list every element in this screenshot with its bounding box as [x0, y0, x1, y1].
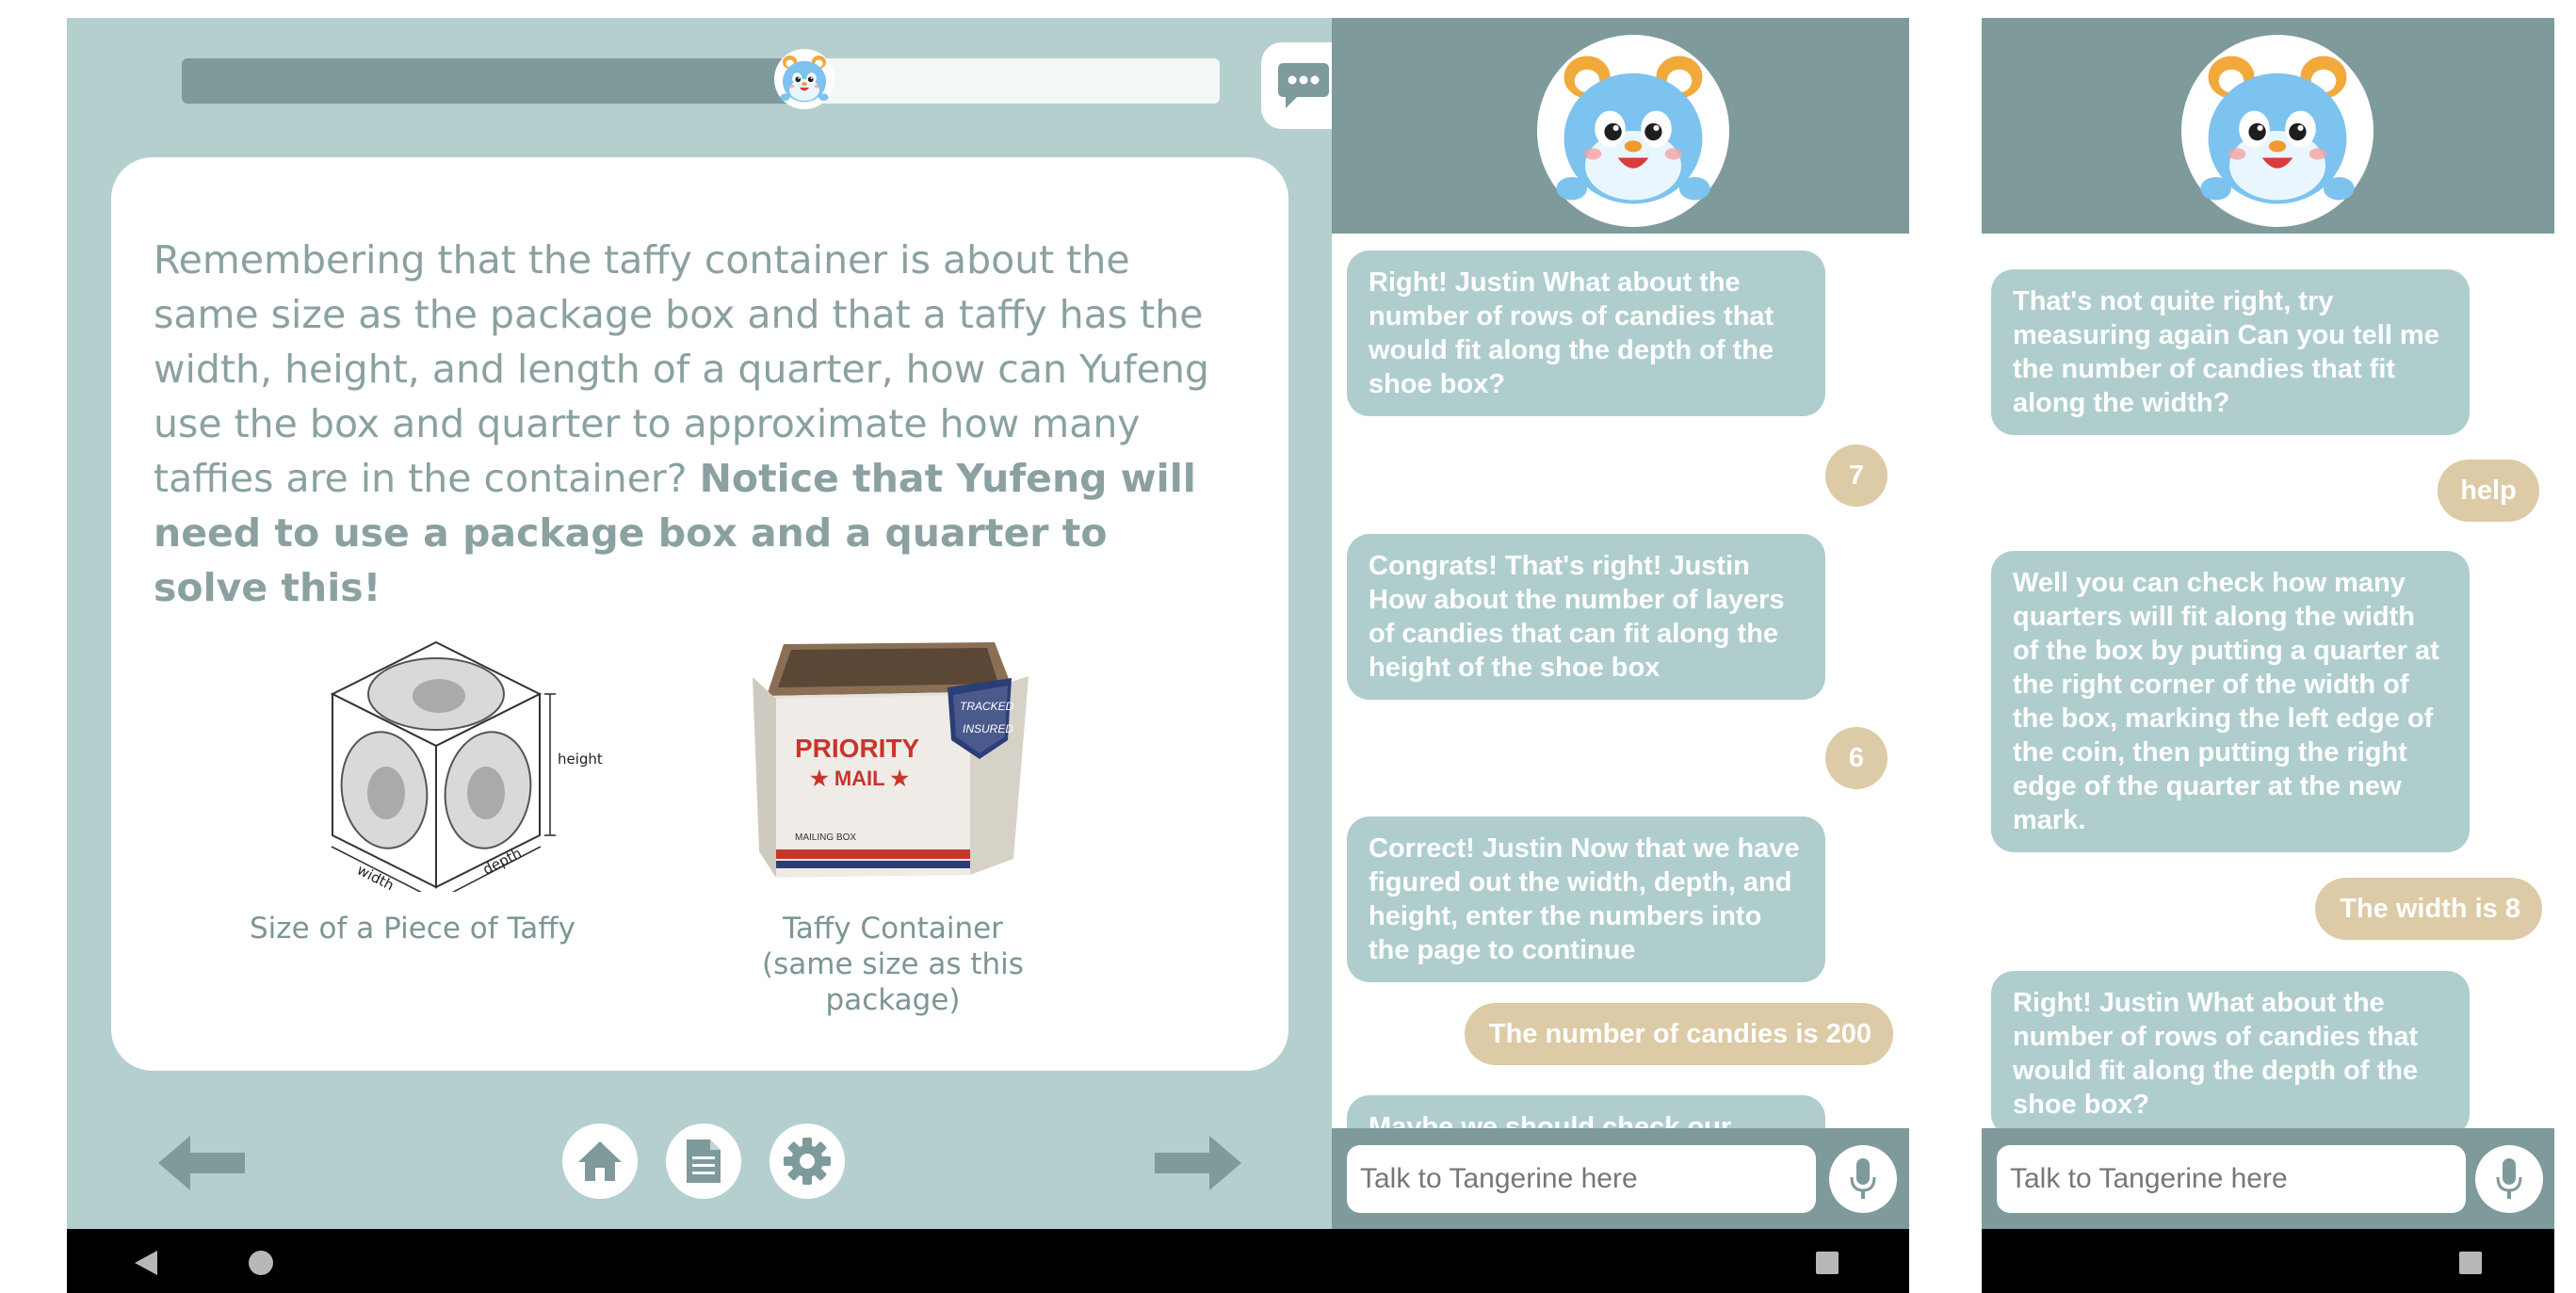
lesson-panel: Remembering that the taffy container is …	[67, 18, 1346, 1229]
document-icon	[687, 1139, 721, 1183]
microphone-icon	[1850, 1158, 1876, 1199]
tangerine-avatar-icon	[2181, 35, 2373, 227]
home-button[interactable]	[562, 1123, 638, 1199]
next-arrow-icon[interactable]	[1151, 1134, 1243, 1192]
chat-messages: Right! Justin What about the number of r…	[1332, 234, 1909, 1128]
user-message: 6	[1825, 727, 1887, 789]
container-caption-line2: (same size as this package)	[762, 947, 1024, 1017]
height-label: height	[558, 751, 603, 768]
microphone-icon	[2496, 1158, 2522, 1199]
bot-message: Maybe we should check our	[1347, 1095, 1825, 1128]
back-arrow-icon[interactable]	[156, 1134, 249, 1192]
box-brand-2: ★ MAIL ★	[810, 767, 909, 790]
bot-message: Right! Justin What about the number of r…	[1991, 971, 2470, 1128]
user-message: 7	[1825, 444, 1887, 507]
taffy-container-figure: PRIORITY ★ MAIL ★ TRACKED INSURED MAILIN…	[753, 642, 1029, 878]
chat-input[interactable]	[1347, 1145, 1816, 1213]
progress-mascot-icon	[774, 49, 834, 109]
chat-bubble-icon	[1278, 63, 1329, 108]
chat-messages: That's not quite right, try measuring ag…	[1982, 234, 2554, 1128]
user-message: help	[2438, 460, 2539, 522]
bottom-navigation	[67, 1110, 1332, 1214]
chat-input-bar	[1332, 1128, 1909, 1230]
chat-input-bar	[1982, 1128, 2554, 1230]
tablet-screen: Remembering that the taffy container is …	[67, 18, 1909, 1293]
tutor-chat-panel: Right! Justin What about the number of r…	[1332, 18, 1909, 1230]
box-tag-1: TRACKED	[960, 700, 1014, 713]
system-recents-icon[interactable]	[2457, 1250, 2484, 1276]
phone-screen: That's not quite right, try measuring ag…	[1982, 18, 2554, 1293]
system-back-icon[interactable]	[133, 1249, 159, 1277]
home-icon	[578, 1141, 622, 1181]
container-caption: Taffy Container (same size as this packa…	[705, 911, 1081, 1018]
user-message: The width is 8	[2315, 878, 2542, 940]
tangerine-avatar-icon	[1537, 35, 1729, 227]
bot-message: Well you can check how many quarters wil…	[1991, 551, 2470, 852]
bot-message: Correct! Justin Now that we have figured…	[1347, 816, 1825, 982]
progress-bar	[182, 58, 1220, 104]
chat-header	[1332, 18, 1909, 234]
progress-fill	[182, 58, 805, 104]
question-text: Remembering that the taffy container is …	[154, 233, 1227, 615]
chat-header	[1982, 18, 2554, 234]
microphone-button[interactable]	[2475, 1145, 2543, 1213]
system-navigation-bar	[67, 1229, 1909, 1293]
bot-message: Congrats! That's right! Justin How about…	[1347, 534, 1825, 700]
question-card: Remembering that the taffy container is …	[111, 157, 1288, 1071]
taffy-cube-figure: height width depth	[330, 640, 603, 892]
notes-button[interactable]	[666, 1123, 741, 1199]
box-tag-2: INSURED	[963, 722, 1013, 735]
bot-message: Right! Justin What about the number of r…	[1347, 251, 1825, 416]
taffy-caption: Size of a Piece of Taffy	[250, 912, 575, 946]
system-navigation-bar	[1982, 1229, 2554, 1293]
microphone-button[interactable]	[1829, 1145, 1897, 1213]
gear-icon	[784, 1138, 831, 1185]
system-recents-icon[interactable]	[1814, 1250, 1840, 1276]
settings-button[interactable]	[770, 1123, 845, 1199]
box-brand-1: PRIORITY	[795, 734, 920, 763]
box-small-print: MAILING BOX	[795, 832, 856, 843]
user-message: The number of candies is 200	[1465, 1003, 1893, 1065]
bot-message: That's not quite right, try measuring ag…	[1991, 269, 2470, 435]
system-home-icon[interactable]	[247, 1249, 275, 1277]
tutor-chat-panel: That's not quite right, try measuring ag…	[1982, 18, 2554, 1230]
width-label: width	[354, 862, 397, 892]
chat-input[interactable]	[1997, 1145, 2466, 1213]
container-caption-line1: Taffy Container	[783, 912, 1003, 946]
